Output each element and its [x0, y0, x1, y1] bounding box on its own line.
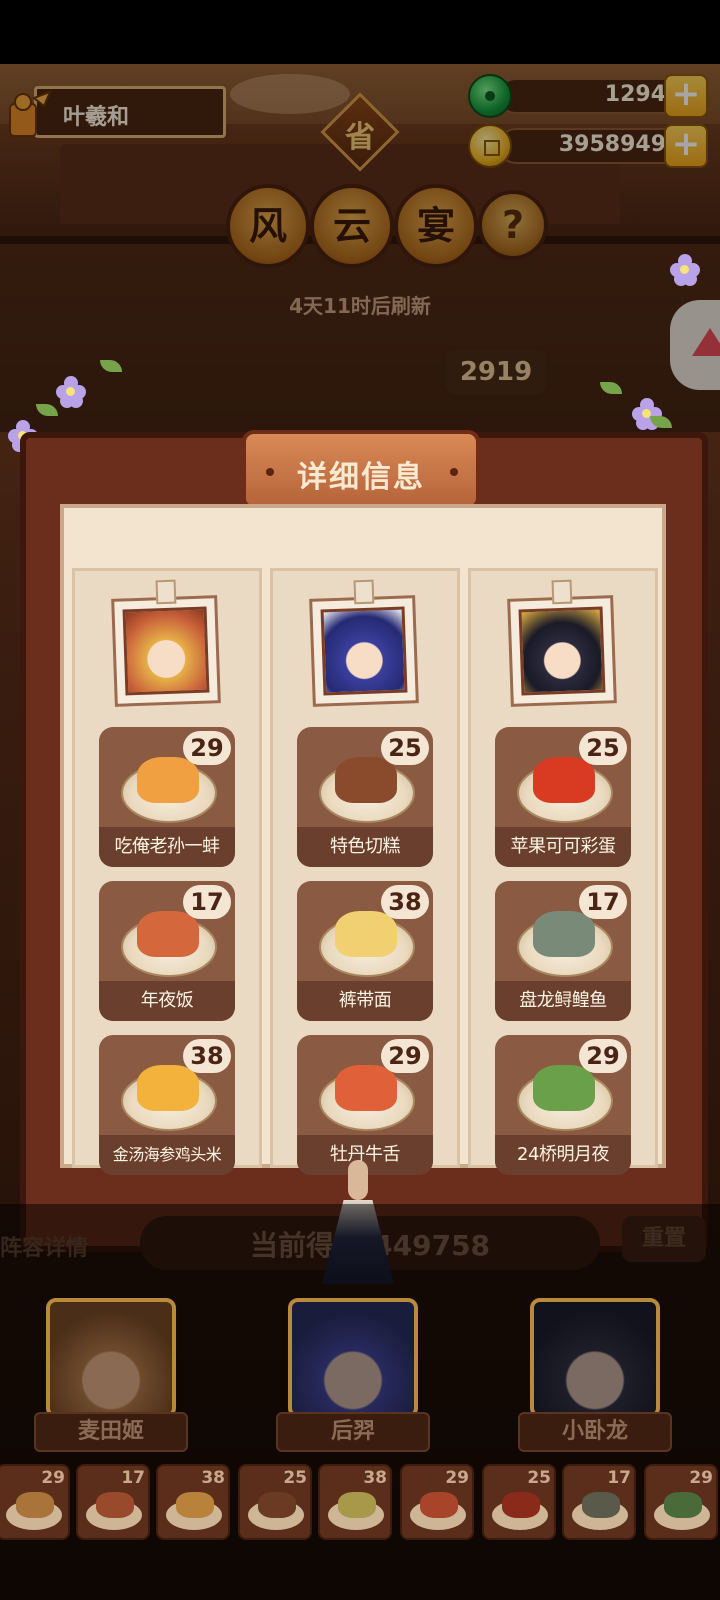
player-avatar-icon[interactable] [4, 90, 54, 138]
hero-card[interactable]: 后羿 [276, 1298, 430, 1452]
dish-name: 年夜饭 [99, 981, 235, 1021]
help-button[interactable]: ? [478, 190, 548, 260]
dish-slot[interactable]: 38 [156, 1464, 230, 1540]
dish-count: 29 [381, 1039, 429, 1073]
dish-count: 25 [381, 731, 429, 765]
dish-slot[interactable]: 25 [482, 1464, 556, 1540]
dish-count: 25 [579, 731, 627, 765]
dish-name: 苹果可可彩蛋 [495, 827, 631, 867]
dish-name: 24桥明月夜 [495, 1135, 631, 1175]
add-jade-button[interactable]: + [664, 74, 708, 118]
dish-name: 裤带面 [297, 981, 433, 1021]
panel-title: 详细信息 [297, 460, 425, 495]
coin-icon [468, 124, 512, 168]
dish-card[interactable]: 38 裤带面 [297, 881, 433, 1021]
hero-name: 麦田姬 [34, 1412, 188, 1452]
dish-count: 29 [579, 1039, 627, 1073]
dish-count: 38 [183, 1039, 231, 1073]
dish-card[interactable]: 29 牡丹牛舌 [297, 1035, 433, 1175]
panel-content: 29 吃俺老孙一蚌 17 年夜饭 38 金汤海参鸡头米 25 特色切糕 38 裤… [60, 504, 666, 1175]
title-char: 风 [226, 184, 310, 268]
status-bar [0, 0, 720, 64]
dish-strip: 29 17 38 25 38 29 25 17 29 [0, 1464, 720, 1544]
event-title: 风 云 宴 ? [226, 184, 548, 274]
hero-column: 29 吃俺老孙一蚌 17 年夜饭 38 金汤海参鸡头米 [72, 568, 262, 1175]
jade-currency: 1294 + [468, 74, 708, 118]
hero-name: 后羿 [276, 1412, 430, 1452]
refresh-timer: 4天11时后刷新 [289, 294, 431, 318]
flower-decoration [56, 376, 86, 408]
dish-card[interactable]: 17 年夜饭 [99, 881, 235, 1021]
dish-count: 29 [183, 731, 231, 765]
dish-card[interactable]: 17 盘龙鲟鳇鱼 [495, 881, 631, 1021]
hero-portrait [309, 579, 419, 707]
dish-card[interactable]: 29 吃俺老孙一蚌 [99, 727, 235, 867]
dish-card[interactable]: 29 24桥明月夜 [495, 1035, 631, 1175]
dish-card[interactable]: 25 特色切糕 [297, 727, 433, 867]
dish-card[interactable]: 25 苹果可可彩蛋 [495, 727, 631, 867]
flower-decoration [670, 254, 700, 286]
leaf-decoration [600, 382, 622, 394]
dish-count: 17 [579, 885, 627, 919]
hero-column: 25 特色切糕 38 裤带面 29 牡丹牛舌 [270, 568, 460, 1175]
panel-header: 详细信息 [242, 430, 480, 510]
dish-count: 38 [381, 885, 429, 919]
detail-panel: 详细信息 29 吃俺老孙一蚌 17 年夜饭 38 金汤海参鸡头米 25 特色切糕… [20, 430, 708, 1252]
dish-count: 17 [183, 885, 231, 919]
province-badge-text: 省 [345, 120, 375, 155]
hero-card[interactable]: 麦田姬 [34, 1298, 188, 1452]
leaf-decoration [100, 360, 122, 372]
jade-icon [468, 74, 512, 118]
hero-card[interactable]: 小卧龙 [518, 1298, 672, 1452]
dish-slot[interactable]: 17 [562, 1464, 636, 1540]
dish-slot[interactable]: 29 [400, 1464, 474, 1540]
dish-slot[interactable]: 29 [644, 1464, 718, 1540]
add-coin-button[interactable]: + [664, 124, 708, 168]
dish-name: 特色切糕 [297, 827, 433, 867]
dish-slot[interactable]: 38 [318, 1464, 392, 1540]
hero-column: 25 苹果可可彩蛋 17 盘龙鲟鳇鱼 29 24桥明月夜 [468, 568, 658, 1175]
player-info[interactable]: 叶羲和 [4, 86, 226, 138]
game-screen: 叶羲和 1294 + 3958949 + 省 风 云 宴 ? 4天11时后刷新 [0, 64, 720, 1600]
dish-name: 盘龙鲟鳇鱼 [495, 981, 631, 1021]
player-name-plate: 叶羲和 [34, 86, 226, 138]
leaf-decoration [36, 404, 58, 416]
dish-card[interactable]: 38 金汤海参鸡头米 [99, 1035, 235, 1175]
background-score: 2919 [446, 350, 546, 394]
dish-name: 吃俺老孙一蚌 [99, 827, 235, 867]
title-char: 云 [310, 184, 394, 268]
title-char: 宴 [394, 184, 478, 268]
coin-amount: 3958949 [558, 132, 666, 157]
hero-name: 小卧龙 [518, 1412, 672, 1452]
dish-name: 金汤海参鸡头米 [99, 1135, 235, 1175]
player-name: 叶羲和 [63, 105, 130, 130]
dish-slot[interactable]: 29 [0, 1464, 70, 1540]
dish-slot[interactable]: 25 [238, 1464, 312, 1540]
coin-currency: 3958949 + [468, 124, 708, 168]
province-badge: 省 [320, 92, 400, 172]
dish-slot[interactable]: 17 [76, 1464, 150, 1540]
side-alert-button[interactable] [670, 300, 720, 390]
jade-amount: 1294 [604, 82, 666, 107]
hero-portrait [111, 579, 221, 707]
hero-portrait [507, 579, 617, 707]
